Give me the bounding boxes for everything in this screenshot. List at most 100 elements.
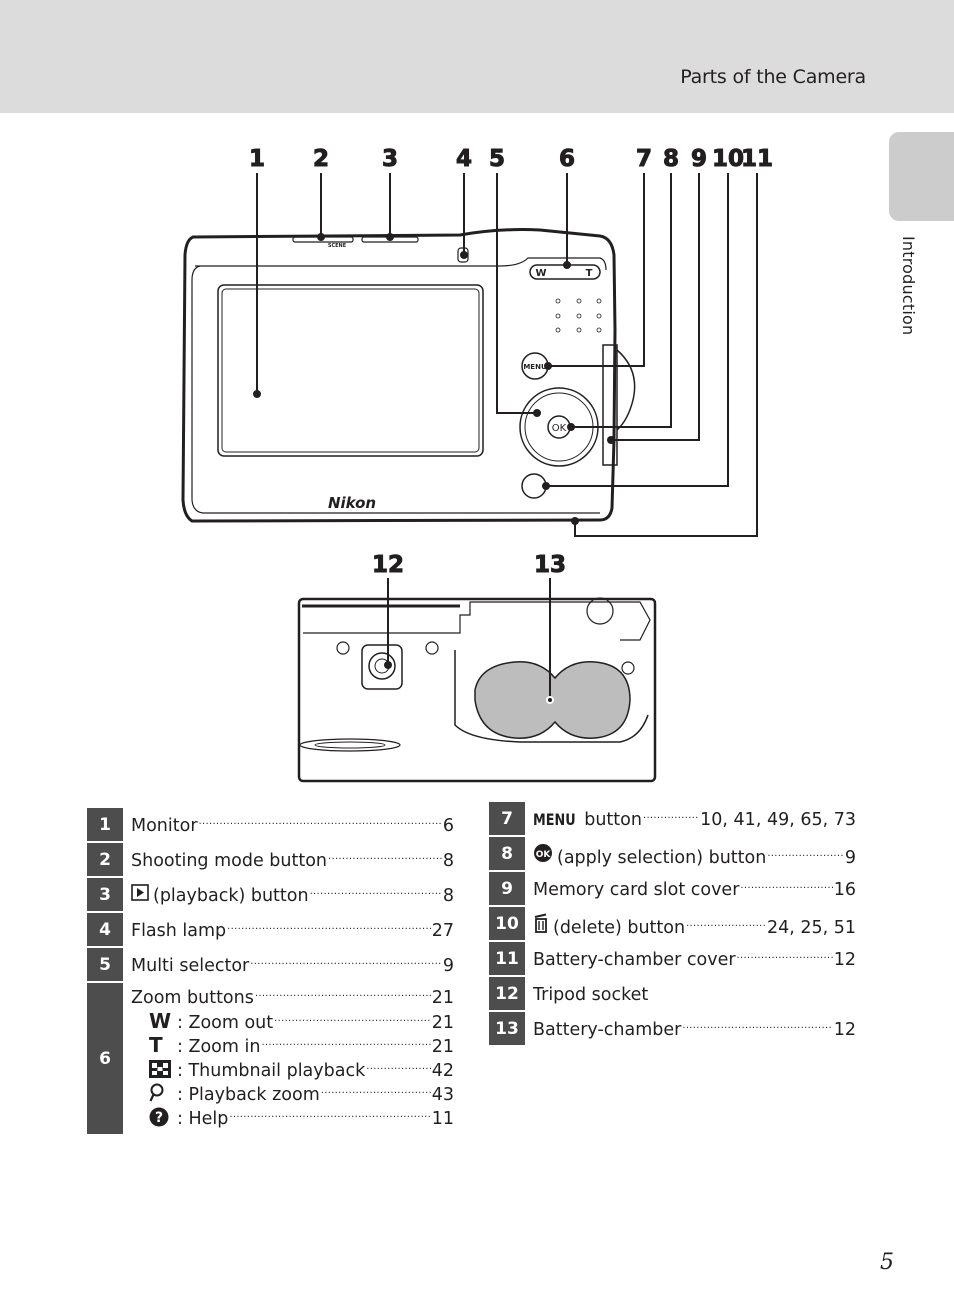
leader-dots (261, 1035, 430, 1053)
part-label: (delete) button (553, 917, 686, 938)
callout-12: 12 (372, 552, 404, 578)
leader-lines (253, 173, 758, 537)
part-number: 10 (489, 907, 525, 940)
thumbnail-icon (149, 1057, 177, 1081)
sub-label: : Zoom out (177, 1013, 274, 1033)
page-ref[interactable]: 21 (432, 1035, 454, 1059)
page-ref[interactable]: 43 (432, 1083, 454, 1107)
page-ref[interactable]: 11 (432, 1107, 454, 1131)
page-ref[interactable]: 8 (443, 884, 454, 908)
callout-9: 9 (691, 146, 707, 172)
zoom-wide-icon: W (149, 1009, 172, 1033)
part-label: Monitor (131, 816, 198, 836)
menu-mark: MENU (523, 363, 547, 371)
camera-back (181, 228, 636, 523)
callout-2: 2 (313, 146, 329, 172)
leader-dots (274, 1011, 431, 1029)
page-ref[interactable]: 9 (845, 846, 856, 870)
leader-dots (740, 878, 832, 896)
part-label: button (584, 810, 642, 830)
table-row: 11 Battery-chamber cover 12 (489, 942, 856, 977)
callout-13: 13 (534, 552, 566, 578)
page-ref[interactable]: 12 (834, 948, 856, 972)
leader-dots (255, 985, 431, 1003)
back-callout-labels: 1 2 3 4 5 6 7 8 9 10 11 (248, 146, 773, 173)
sub-item: W : Zoom out 21 (131, 1009, 454, 1033)
sub-item: ? : Help 11 (131, 1105, 454, 1129)
leader-dots (767, 845, 844, 863)
page-ref[interactable]: 6 (443, 814, 454, 838)
part-number: 12 (489, 977, 525, 1010)
sub-label: : Playback zoom (177, 1085, 320, 1105)
table-row: 8 OK (apply selection) button 9 (489, 837, 856, 872)
page-ref[interactable]: 9 (443, 954, 454, 978)
part-label: Tripod socket (533, 984, 649, 1005)
ok-icon: OK (533, 843, 553, 870)
table-row: 5 Multi selector 9 (87, 948, 454, 983)
leader-dots (250, 954, 442, 972)
leader-dots (328, 849, 442, 867)
leader-dots (310, 884, 442, 902)
page-ref[interactable]: 24, 25, 51 (767, 916, 856, 940)
part-number: 9 (489, 872, 525, 905)
part-number: 2 (87, 843, 123, 876)
callout-8: 8 (663, 146, 679, 172)
sub-label: : Help (177, 1109, 229, 1129)
part-number: 7 (489, 802, 525, 835)
help-icon: ? (149, 1105, 177, 1129)
callout-7: 7 (636, 146, 652, 172)
table-row: 4 Flash lamp 27 (87, 913, 454, 948)
page-ref[interactable]: 42 (432, 1059, 454, 1083)
table-row: 3 (playback) button 8 (87, 878, 454, 913)
playback-icon (131, 884, 149, 908)
part-number: 11 (489, 942, 525, 975)
sub-item: : Playback zoom 43 (131, 1081, 454, 1105)
leader-dots (737, 948, 833, 966)
zoom-t-mark: T (586, 268, 593, 279)
part-number: 1 (87, 808, 123, 841)
part-label: Flash lamp (131, 921, 227, 941)
part-label: Memory card slot cover (533, 880, 740, 900)
callout-11: 11 (741, 146, 773, 172)
table-row: 7 MENU button 10, 41, 49, 65, 73 (489, 802, 856, 837)
callout-6: 6 (559, 146, 575, 172)
leader-dots (321, 1083, 431, 1101)
brand-logo: Nikon (328, 494, 376, 512)
page-ref[interactable]: 16 (834, 878, 856, 902)
page-ref[interactable]: 21 (432, 1011, 454, 1035)
table-row: 9 Memory card slot cover 16 (489, 872, 856, 907)
table-row: 6 Zoom buttons 21 W : Zoom out 21 T : Zoom… (87, 983, 454, 1136)
page-ref[interactable]: 10, 41, 49, 65, 73 (700, 808, 856, 832)
part-label: (apply selection) button (557, 847, 767, 868)
page-number: 5 (880, 1250, 894, 1275)
sub-item: : Thumbnail playback 42 (131, 1057, 454, 1081)
part-label: Zoom buttons (131, 987, 254, 1008)
camera-bottom (297, 597, 657, 783)
table-row: 1 Monitor 6 (87, 808, 454, 843)
page-ref[interactable]: 21 (432, 986, 454, 1010)
part-number: 4 (87, 913, 123, 946)
svg-text:?: ? (155, 1110, 163, 1126)
ok-mark: OK (552, 423, 567, 434)
leader-dots (229, 1107, 430, 1125)
leader-dots (199, 814, 442, 832)
leader-dots (227, 919, 431, 937)
part-number: 3 (87, 878, 123, 911)
camera-illustrations: 1 2 3 4 5 6 7 8 9 10 11 W T MENU OK SCEN… (181, 146, 774, 783)
zoom-w-mark: W (535, 268, 546, 279)
part-number: 13 (489, 1012, 525, 1045)
page-ref[interactable]: 8 (443, 849, 454, 873)
table-row: 12 Tripod socket (489, 977, 856, 1012)
callout-5: 5 (489, 146, 505, 172)
part-label: Multi selector (131, 956, 250, 976)
trash-icon (533, 913, 549, 940)
sub-label: : Zoom in (177, 1037, 261, 1057)
callout-3: 3 (382, 146, 398, 172)
callout-1: 1 (249, 146, 265, 172)
scene-mark: SCENE (328, 243, 347, 249)
page-ref[interactable]: 27 (432, 919, 454, 943)
page-ref[interactable]: 12 (834, 1018, 856, 1042)
zoom-tele-icon: T (149, 1033, 163, 1057)
part-label: (playback) button (153, 886, 309, 906)
sub-label: : Thumbnail playback (177, 1061, 366, 1081)
